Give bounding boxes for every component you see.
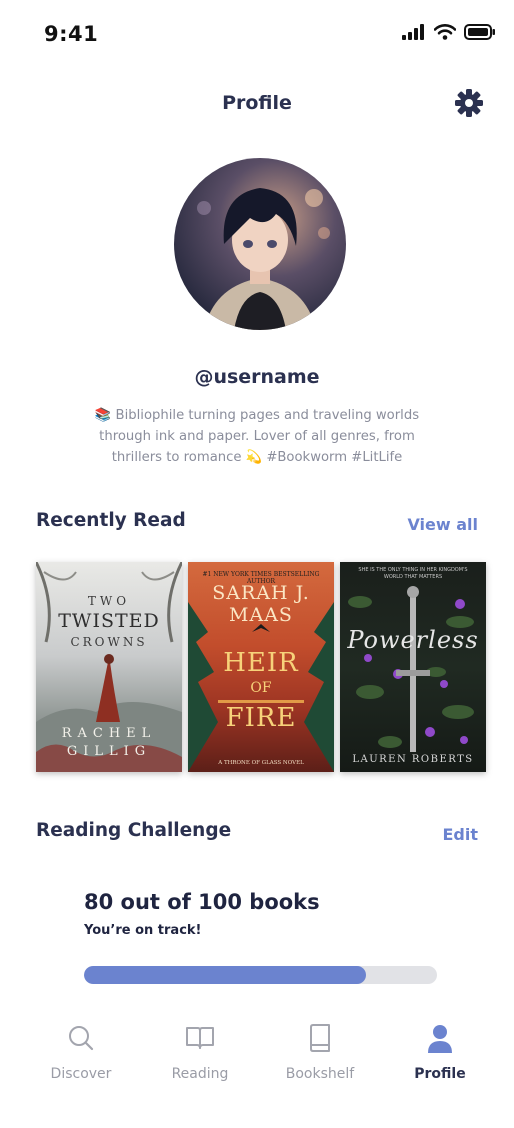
tab-label: Bookshelf [285, 1066, 355, 1082]
book-series: A THRONE OF GLASS NOVEL [218, 760, 304, 766]
book-cover-two-twisted-crowns[interactable]: TWO TWISTED CROWNS RACHEL GILLIG [36, 562, 182, 772]
book-tagline: SHE IS THE ONLY THING IN HER KINGDOM'S [358, 567, 468, 573]
status-time: 9:41 [44, 22, 99, 46]
settings-button[interactable] [454, 88, 484, 118]
book-cover-powerless[interactable]: SHE IS THE ONLY THING IN HER KINGDOM'S W… [340, 562, 486, 772]
open-book-icon [186, 1027, 214, 1049]
book-title: Powerless [347, 626, 479, 654]
bio-line: through ink and paper. Lover of all genr… [99, 429, 415, 444]
book-art [348, 586, 474, 752]
tab-label: Profile [414, 1066, 466, 1082]
book-title-line: CROWNS [70, 635, 148, 649]
book-title-line: TWO [87, 594, 131, 608]
avatar[interactable] [174, 158, 346, 330]
tab-discover[interactable]: Discover [26, 1010, 136, 1090]
book-author: LAUREN ROBERTS [352, 754, 474, 765]
page-title: Profile [222, 92, 292, 114]
bio-line: 📚 Bibliophile turning pages and travelin… [94, 408, 420, 423]
avatar-image [174, 158, 346, 330]
wifi-icon [434, 24, 456, 40]
book-author-line: SARAH J. [212, 582, 310, 604]
book-author-line: GILLIG [66, 744, 152, 759]
book-title-line: FIRE [225, 703, 297, 733]
search-icon [69, 1026, 94, 1051]
tab-label: Discover [50, 1066, 112, 1082]
gear-icon [455, 89, 483, 117]
tab-bookshelf[interactable]: Bookshelf [265, 1010, 375, 1090]
challenge-progress-fill [84, 966, 367, 984]
status-icons [402, 24, 496, 40]
bio: 📚 Bibliophile turning pages and travelin… [70, 405, 444, 468]
book-title-line: HEIR [223, 648, 299, 678]
book-cover-heir-of-fire[interactable]: #1 NEW YORK TIMES BESTSELLING AUTHOR SAR… [188, 562, 334, 772]
username: @username [194, 366, 320, 388]
book-title-line: OF [250, 680, 272, 696]
signal-icon [402, 24, 424, 40]
challenge-count: 80 out of 100 books [84, 890, 320, 914]
user-icon [428, 1025, 452, 1053]
book-author-line: RACHEL [61, 726, 157, 741]
reading-challenge-title: Reading Challenge [36, 820, 232, 841]
tab-label: Reading [171, 1066, 229, 1082]
book-author-line: MAAS [229, 604, 293, 626]
status-bar: 9:41 [0, 0, 514, 64]
tab-profile[interactable]: Profile [385, 1010, 495, 1090]
tab-reading[interactable]: Reading [145, 1010, 255, 1090]
battery-icon [464, 24, 495, 40]
view-all-link[interactable]: View all [407, 515, 478, 534]
recently-read-title: Recently Read [36, 510, 186, 531]
bio-line: thrillers to romance 💫 #Bookworm #LitLif… [111, 450, 403, 465]
book-title-line: TWISTED [58, 610, 160, 632]
challenge-progress-bar [84, 966, 437, 984]
book-tagline: WORLD THAT MATTERS [383, 574, 443, 580]
edit-challenge-link[interactable]: Edit [442, 825, 478, 844]
challenge-status: You’re on track! [84, 923, 202, 938]
book-icon [310, 1024, 330, 1052]
